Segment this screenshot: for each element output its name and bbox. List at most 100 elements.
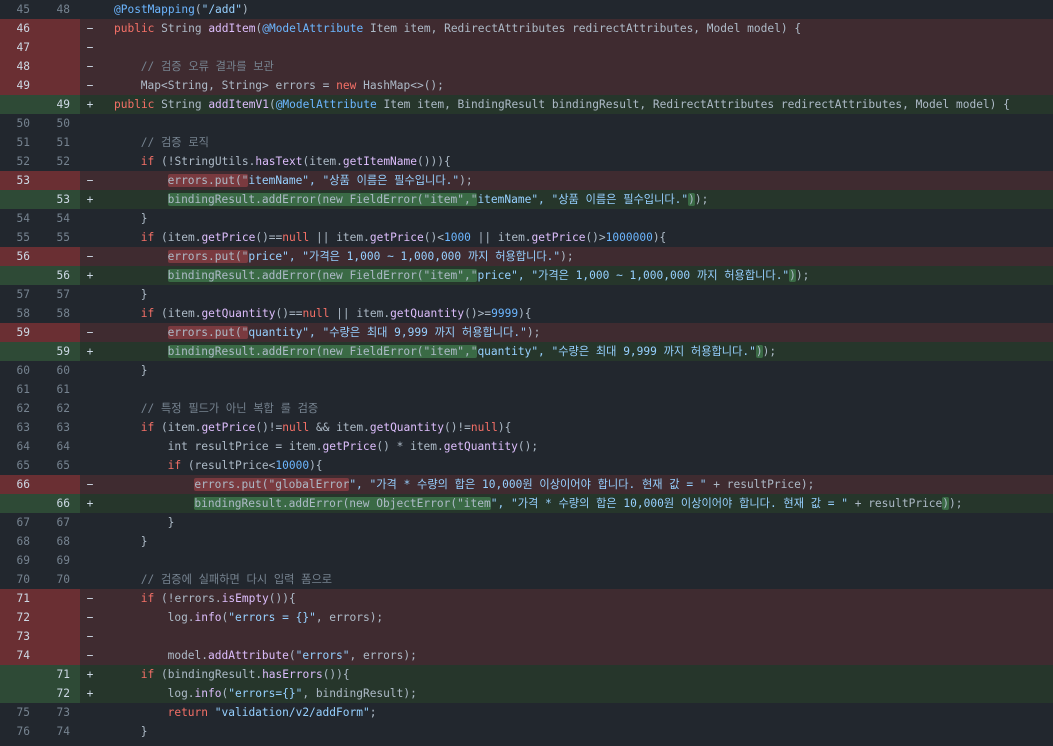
new-line-number[interactable]: 52 — [40, 152, 80, 171]
diff-marker — [80, 304, 100, 323]
old-line-number[interactable] — [0, 684, 40, 703]
new-line-number[interactable]: 67 — [40, 513, 80, 532]
new-line-number[interactable]: 69 — [40, 551, 80, 570]
code-token: getPrice — [201, 421, 256, 434]
old-line-number[interactable]: 56 — [0, 247, 40, 266]
old-line-number[interactable]: 49 — [0, 76, 40, 95]
new-line-number[interactable]: 64 — [40, 437, 80, 456]
old-line-number[interactable] — [0, 665, 40, 684]
new-line-number[interactable]: 59 — [40, 342, 80, 361]
old-line-number[interactable] — [0, 342, 40, 361]
old-line-number[interactable] — [0, 95, 40, 114]
old-line-number[interactable]: 76 — [0, 722, 40, 741]
new-line-number[interactable] — [40, 38, 80, 57]
old-line-number[interactable] — [0, 266, 40, 285]
code-token: ); — [694, 193, 709, 206]
code-token: "/add" — [201, 3, 242, 16]
new-line-number[interactable]: 57 — [40, 285, 80, 304]
old-line-number[interactable]: 58 — [0, 304, 40, 323]
old-line-number[interactable] — [0, 494, 40, 513]
old-line-number[interactable]: 45 — [0, 0, 40, 19]
new-line-number[interactable]: 62 — [40, 399, 80, 418]
diff-row-deleted: 47 − — [0, 38, 1053, 57]
new-line-number[interactable] — [40, 589, 80, 608]
new-line-number[interactable] — [40, 475, 80, 494]
old-line-number[interactable]: 74 — [0, 646, 40, 665]
new-line-number[interactable]: 72 — [40, 684, 80, 703]
new-line-number[interactable]: 61 — [40, 380, 80, 399]
code-line: if (resultPrice<10000){ — [100, 456, 1053, 475]
old-line-number[interactable]: 61 — [0, 380, 40, 399]
old-line-number[interactable]: 65 — [0, 456, 40, 475]
old-line-number[interactable]: 54 — [0, 209, 40, 228]
new-line-number[interactable] — [40, 646, 80, 665]
old-line-number[interactable]: 59 — [0, 323, 40, 342]
old-line-number[interactable]: 72 — [0, 608, 40, 627]
old-line-number[interactable]: 55 — [0, 228, 40, 247]
code-token: ", "가격 * 수량의 합은 10,000원 이상이어야 합니다. 현재 값 … — [490, 497, 848, 510]
new-line-number[interactable] — [40, 19, 80, 38]
new-line-number[interactable]: 49 — [40, 95, 80, 114]
code-token: errors.put("globalError — [194, 478, 350, 491]
old-line-number[interactable]: 68 — [0, 532, 40, 551]
old-line-number[interactable]: 62 — [0, 399, 40, 418]
old-line-number[interactable]: 63 — [0, 418, 40, 437]
old-line-number[interactable]: 69 — [0, 551, 40, 570]
new-line-number[interactable]: 74 — [40, 722, 80, 741]
new-line-number[interactable] — [40, 57, 80, 76]
old-line-number[interactable]: 73 — [0, 627, 40, 646]
code-token: getPrice — [201, 231, 256, 244]
code-token: ) — [755, 345, 763, 358]
old-line-number[interactable]: 50 — [0, 114, 40, 133]
new-line-number[interactable]: 60 — [40, 361, 80, 380]
code-token: if — [140, 231, 155, 244]
new-line-number[interactable]: 55 — [40, 228, 80, 247]
code-token: itemName", "상품 이름은 필수입니다." — [248, 174, 460, 187]
old-line-number[interactable]: 52 — [0, 152, 40, 171]
code-token: errors.put(" — [167, 250, 249, 263]
new-line-number[interactable] — [40, 323, 80, 342]
old-line-number[interactable]: 66 — [0, 475, 40, 494]
new-line-number[interactable] — [40, 608, 80, 627]
old-line-number[interactable]: 48 — [0, 57, 40, 76]
old-line-number[interactable]: 53 — [0, 171, 40, 190]
new-line-number[interactable]: 50 — [40, 114, 80, 133]
new-line-number[interactable] — [40, 76, 80, 95]
new-line-number[interactable]: 68 — [40, 532, 80, 551]
old-line-number[interactable]: 75 — [0, 703, 40, 722]
old-line-number[interactable] — [0, 190, 40, 209]
code-token: ", "가격 * 수량의 합은 10,000원 이상이어야 합니다. 현재 값 … — [349, 478, 707, 491]
new-line-number[interactable]: 65 — [40, 456, 80, 475]
code-line: Map<String, String> errors = new HashMap… — [100, 76, 1053, 95]
new-line-number[interactable]: 73 — [40, 703, 80, 722]
old-line-number[interactable]: 67 — [0, 513, 40, 532]
old-line-number[interactable]: 60 — [0, 361, 40, 380]
code-token: return — [167, 706, 209, 719]
new-line-number[interactable]: 66 — [40, 494, 80, 513]
diff-row-context: 75 73 return "validation/v2/addForm"; — [0, 703, 1053, 722]
old-line-number[interactable]: 51 — [0, 133, 40, 152]
new-line-number[interactable] — [40, 627, 80, 646]
new-line-number[interactable]: 58 — [40, 304, 80, 323]
old-line-number[interactable]: 47 — [0, 38, 40, 57]
new-line-number[interactable]: 51 — [40, 133, 80, 152]
new-line-number[interactable]: 56 — [40, 266, 80, 285]
new-line-number[interactable]: 70 — [40, 570, 80, 589]
code-token: "validation/v2/addForm" — [214, 706, 370, 719]
new-line-number[interactable]: 71 — [40, 665, 80, 684]
diff-row-context: 50 50 — [0, 114, 1053, 133]
new-line-number[interactable]: 53 — [40, 190, 80, 209]
new-line-number[interactable]: 54 — [40, 209, 80, 228]
code-token: } — [140, 725, 148, 738]
code-token: } — [167, 516, 175, 529]
new-line-number[interactable] — [40, 247, 80, 266]
new-line-number[interactable] — [40, 171, 80, 190]
old-line-number[interactable]: 64 — [0, 437, 40, 456]
new-line-number[interactable]: 48 — [40, 0, 80, 19]
old-line-number[interactable]: 57 — [0, 285, 40, 304]
new-line-number[interactable]: 63 — [40, 418, 80, 437]
old-line-number[interactable]: 46 — [0, 19, 40, 38]
old-line-number[interactable]: 70 — [0, 570, 40, 589]
old-line-number[interactable]: 71 — [0, 589, 40, 608]
